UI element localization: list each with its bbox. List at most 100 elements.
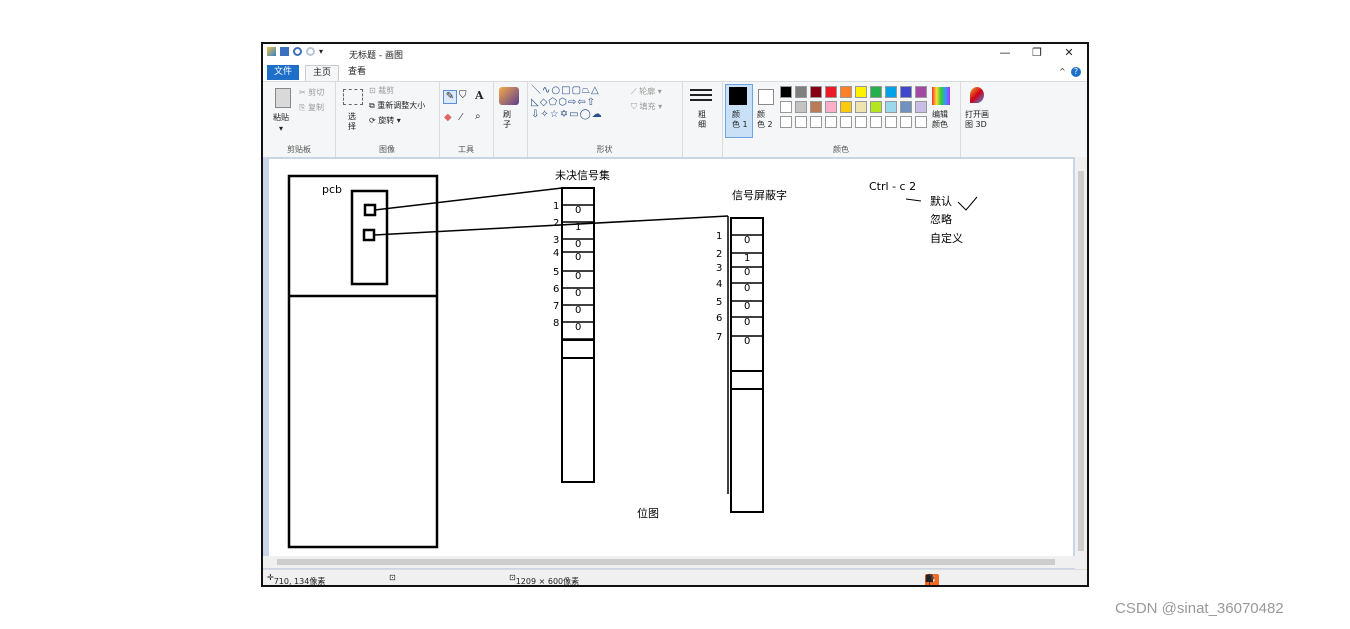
palette-swatch-empty[interactable] xyxy=(855,116,867,128)
paste-dropdown-icon[interactable]: ▾ xyxy=(279,124,283,133)
outline-button[interactable]: ⟋ 轮廓 ▾ xyxy=(631,86,662,97)
star5-shape-icon[interactable]: ☆ xyxy=(550,109,560,120)
color2-swatch[interactable] xyxy=(758,89,774,105)
palette-swatch[interactable] xyxy=(840,86,852,98)
hexagon-shape-icon[interactable]: ⬡ xyxy=(558,97,568,108)
right-arrow-shape-icon[interactable]: ⇨ xyxy=(568,97,577,108)
undo-icon[interactable] xyxy=(293,47,302,56)
palette-swatch[interactable] xyxy=(825,101,837,113)
vertical-scroll-thumb[interactable] xyxy=(1078,171,1084,551)
redo-icon[interactable] xyxy=(306,47,315,56)
palette-swatch-empty[interactable] xyxy=(885,116,897,128)
palette-swatch[interactable] xyxy=(780,101,792,113)
rotate-button[interactable]: ⟳ 旋转 ▾ xyxy=(369,115,401,126)
edit-colors-button[interactable]: 编辑 颜色 xyxy=(932,110,948,130)
line-size-icon xyxy=(690,89,712,91)
triangle-shape-icon[interactable]: △ xyxy=(591,85,600,96)
drawing-canvas[interactable]: 0 1 0 0 0 0 0 0 1 2 3 4 5 6 7 8 0 1 0 0 0 0 0 1 2 3 4 5 6 7 pcb 未决信号… xyxy=(269,159,1073,559)
pencil-icon[interactable]: ✎ xyxy=(443,90,457,104)
palette-swatch-empty[interactable] xyxy=(915,116,927,128)
palette-swatch-empty[interactable] xyxy=(840,116,852,128)
minimize-button[interactable]: — xyxy=(991,46,1019,59)
column-empty-slot xyxy=(730,370,764,390)
fill-icon[interactable]: ⛉ xyxy=(459,90,467,101)
customize-toolbar-icon[interactable]: ▾ xyxy=(319,47,325,56)
fill-button[interactable]: ⛉ 填充 ▾ xyxy=(631,101,662,112)
horizontal-scrollbar[interactable] xyxy=(263,556,1075,568)
color-picker-icon[interactable]: ⁄ xyxy=(460,112,462,123)
left-arrow-shape-icon[interactable]: ⇦ xyxy=(577,97,586,108)
select-button[interactable]: 选 择 xyxy=(348,112,356,132)
close-button[interactable]: ✕ xyxy=(1055,46,1083,59)
save-icon[interactable] xyxy=(280,47,289,56)
rectangle-shape-icon[interactable]: □ xyxy=(561,85,571,96)
help-icon[interactable]: ? xyxy=(1071,67,1081,77)
palette-swatch[interactable] xyxy=(855,86,867,98)
palette-swatch-empty[interactable] xyxy=(810,116,822,128)
open-paint3d-button[interactable]: 打开画 图 3D xyxy=(965,110,989,130)
magnifier-icon[interactable]: ⌕ xyxy=(475,111,481,122)
pending-index: 5 xyxy=(553,267,559,278)
palette-swatch[interactable] xyxy=(810,86,822,98)
palette-swatch[interactable] xyxy=(900,101,912,113)
pending-value: 0 xyxy=(575,205,581,216)
cloud-shape-icon[interactable]: ☁ xyxy=(592,109,603,120)
palette-swatch[interactable] xyxy=(915,86,927,98)
size-button[interactable]: 粗 细 xyxy=(698,110,706,130)
collapse-ribbon-icon[interactable]: ^ xyxy=(1059,67,1066,76)
tab-home[interactable]: 主页 xyxy=(305,65,340,81)
brushes-button[interactable]: 刷 子 xyxy=(503,110,511,130)
palette-swatch-empty[interactable] xyxy=(900,116,912,128)
oval-shape-icon[interactable]: ○ xyxy=(551,85,561,96)
palette-swatch[interactable] xyxy=(780,86,792,98)
resize-button[interactable]: ⧉ 重新调整大小 xyxy=(369,100,425,111)
right-triangle-shape-icon[interactable]: ◺ xyxy=(531,97,540,108)
palette-swatch-empty[interactable] xyxy=(795,116,807,128)
palette-swatch[interactable] xyxy=(915,101,927,113)
palette-swatch-empty[interactable] xyxy=(870,116,882,128)
vertical-scrollbar[interactable] xyxy=(1075,157,1087,569)
palette-swatch[interactable] xyxy=(795,86,807,98)
shapes-gallery[interactable]: ＼∿○□▢⏢△ ◺◇⬠⬡⇨⇦⇧ ⇩✧☆✡▭◯☁ xyxy=(531,85,627,123)
pending-index: 7 xyxy=(553,301,559,312)
palette-swatch[interactable] xyxy=(900,86,912,98)
star4-shape-icon[interactable]: ✧ xyxy=(540,109,549,120)
tab-view[interactable]: 查看 xyxy=(341,65,373,80)
palette-swatch[interactable] xyxy=(840,101,852,113)
palette-swatch[interactable] xyxy=(855,101,867,113)
text-icon[interactable]: A xyxy=(475,89,484,102)
line-shape-icon[interactable]: ＼ xyxy=(531,85,542,96)
paint3d-icon xyxy=(970,87,984,103)
colors-group: 颜 色 1 颜 色 2 编辑 颜色 颜色 xyxy=(722,82,961,157)
palette-swatch[interactable] xyxy=(870,86,882,98)
palette-swatch[interactable] xyxy=(885,86,897,98)
pending-index: 2 xyxy=(553,218,559,229)
paste-button[interactable]: 粘贴 xyxy=(273,112,289,123)
maximize-button[interactable]: ❐ xyxy=(1023,46,1051,59)
up-arrow-shape-icon[interactable]: ⇧ xyxy=(587,97,596,108)
callout-oval-shape-icon[interactable]: ◯ xyxy=(580,109,592,120)
crop-button[interactable]: ⊡ 裁剪 xyxy=(369,85,394,96)
palette-swatch-empty[interactable] xyxy=(825,116,837,128)
eraser-icon[interactable]: ◆ xyxy=(444,112,452,123)
size-group: 粗 细 xyxy=(682,82,723,157)
callout-rect-shape-icon[interactable]: ▭ xyxy=(569,109,579,120)
cut-button[interactable]: ✂ 剪切 xyxy=(299,87,324,98)
pentagon-shape-icon[interactable]: ⬠ xyxy=(548,97,558,108)
curve-shape-icon[interactable]: ∿ xyxy=(542,85,551,96)
rounded-rect-shape-icon[interactable]: ▢ xyxy=(572,85,582,96)
palette-swatch[interactable] xyxy=(795,101,807,113)
horizontal-scroll-thumb[interactable] xyxy=(277,559,1055,565)
copy-button[interactable]: ⎘ 复制 xyxy=(299,102,324,113)
down-arrow-shape-icon[interactable]: ⇩ xyxy=(531,109,540,120)
star6-shape-icon[interactable]: ✡ xyxy=(560,109,569,120)
palette-swatch-empty[interactable] xyxy=(780,116,792,128)
pending-value: 0 xyxy=(575,322,581,333)
palette-swatch[interactable] xyxy=(810,101,822,113)
polygon-shape-icon[interactable]: ⏢ xyxy=(582,85,591,96)
ime-item[interactable]: ✎ xyxy=(925,574,933,584)
palette-swatch[interactable] xyxy=(885,101,897,113)
tab-file[interactable]: 文件 xyxy=(267,65,300,80)
palette-swatch[interactable] xyxy=(870,101,882,113)
palette-swatch[interactable] xyxy=(825,86,837,98)
